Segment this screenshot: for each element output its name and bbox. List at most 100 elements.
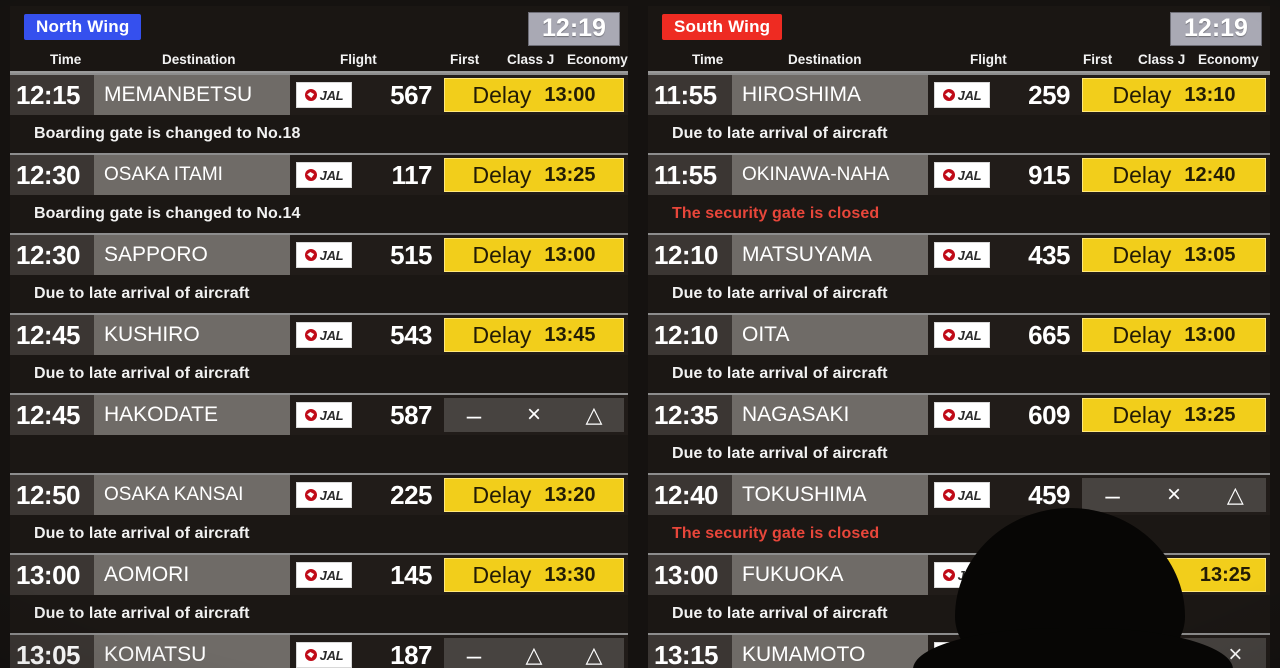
flight-row: 13:15 KUMAMOTO JAL × × (648, 633, 1270, 668)
flight-row: 12:40 TOKUSHIMA JAL 459– × △ (648, 473, 1270, 515)
flight-status-cell: Delay 13:00 (438, 75, 628, 115)
seat-availability-first: – (1105, 480, 1120, 510)
delay-new-time: 13:20 (544, 483, 596, 506)
flight-number: 915 (996, 155, 1076, 195)
jal-wordmark: JAL (957, 167, 982, 183)
column-header-destination: Destination (162, 52, 236, 67)
jal-crane-icon (942, 489, 955, 501)
delay-new-time: 13:25 (1199, 563, 1251, 586)
delay-badge: Delay 13:25 (444, 158, 624, 192)
jal-logo-icon: JAL (296, 322, 352, 348)
seat-availability-economy: △ (585, 642, 603, 667)
flight-destination: KUSHIRO (94, 315, 290, 355)
jal-logo-icon: JAL (934, 482, 990, 508)
column-header-flight: Flight (340, 52, 377, 67)
delay-badge: Delay 13:00 (444, 238, 624, 272)
flight-departure-time: 12:15 (10, 75, 94, 115)
flight-status-cell: – △ △ (438, 635, 628, 668)
flight-status-cell: – × △ (1076, 475, 1270, 515)
flight-row: 11:55 HIROSHIMA JAL 259 Delay 13:10 (648, 73, 1270, 115)
flight-destination: KOMATSU (94, 635, 290, 668)
airline-logo-cell: JAL (290, 155, 358, 195)
flight-departure-time: 12:30 (10, 155, 94, 195)
flight-rows-south: 11:55 HIROSHIMA JAL 259 Delay 13:10 Due to lat… (648, 73, 1270, 668)
flight-alert-note: The security gate is closed (648, 195, 1270, 233)
flight-destination: AOMORI (94, 555, 290, 595)
flight-row: 13:00 AOMORI JAL 145 Delay 13:30 (10, 553, 628, 595)
column-header-first: First (1083, 52, 1113, 67)
airline-logo-cell: JAL (928, 75, 996, 115)
flight-number: 225 (358, 475, 438, 515)
jal-wordmark: JAL (319, 327, 344, 343)
flight-destination: OSAKA KANSAI (94, 475, 290, 515)
flight-destination: SAPPORO (94, 235, 290, 275)
jal-crane-icon (304, 329, 317, 341)
column-headers-south: Time Destination Flight First Class J Ec… (648, 52, 1270, 73)
seat-availability-class-j: × (526, 401, 541, 428)
flight-row: 12:50 OSAKA KANSAI JAL 225 Delay 13:20 (10, 473, 628, 515)
airline-logo-cell: JAL (290, 315, 358, 355)
seat-availability-row: × × (1082, 638, 1266, 668)
clock-south: 12:19 (1170, 12, 1262, 46)
flight-status-cell: Delay 13:20 (438, 475, 628, 515)
flight-information-display-board: North Wing 12:19 Time Destination Flight… (0, 0, 1280, 668)
flight-number: 587 (358, 395, 438, 435)
delay-badge: 13:25 (1082, 558, 1266, 592)
delay-new-time: 13:05 (1184, 243, 1236, 266)
jal-wordmark: JAL (957, 567, 982, 583)
jal-logo-icon: JAL (934, 562, 990, 588)
flight-row: 12:45 KUSHIRO JAL 543 Delay 13:45 (10, 313, 628, 355)
delay-badge: Delay 13:00 (444, 78, 624, 112)
delay-label: Delay (1112, 321, 1172, 348)
jal-crane-icon (942, 649, 955, 661)
jal-crane-icon (304, 409, 317, 421)
flight-number: 665 (996, 315, 1076, 355)
airline-logo-cell: JAL (290, 235, 358, 275)
jal-wordmark: JAL (957, 407, 982, 423)
column-header-economy: Economy (1198, 52, 1259, 67)
flight-status-cell: Delay 12:40 (1076, 155, 1270, 195)
flight-info-note: Due to late arrival of aircraft (10, 595, 628, 633)
column-header-economy: Economy (567, 52, 628, 67)
flight-row: 13:00 FUKUOKA JAL 13:25 (648, 553, 1270, 595)
flight-departure-time: 12:50 (10, 475, 94, 515)
flight-number: 609 (996, 395, 1076, 435)
flight-info-note: Due to late arrival of aircraft (648, 355, 1270, 393)
flight-destination: FUKUOKA (732, 555, 928, 595)
flight-info-note: Boarding gate is changed to No.14 (10, 195, 628, 233)
delay-new-time: 13:00 (1184, 323, 1236, 346)
airline-logo-cell: JAL (928, 475, 996, 515)
jal-crane-icon (942, 89, 955, 101)
jal-logo-icon: JAL (296, 482, 352, 508)
jal-logo-icon: JAL (934, 322, 990, 348)
north-wing-board: North Wing 12:19 Time Destination Flight… (10, 6, 628, 668)
column-header-class-j: Class J (1138, 52, 1186, 67)
jal-logo-icon: JAL (296, 562, 352, 588)
flight-departure-time: 13:00 (648, 555, 732, 595)
delay-label: Delay (1112, 241, 1172, 268)
flight-row: 12:35 NAGASAKI JAL 609 Delay 13:25 (648, 393, 1270, 435)
flight-destination: OKINAWA-NAHA (732, 155, 928, 195)
flight-departure-time: 12:40 (648, 475, 732, 515)
delay-label: Delay (472, 481, 532, 508)
flight-row: 12:10 MATSUYAMA JAL 435 Delay 13:05 (648, 233, 1270, 275)
flight-departure-time: 11:55 (648, 75, 732, 115)
delay-badge: Delay 13:45 (444, 318, 624, 352)
flight-row: 12:45 HAKODATE JAL 587– × △ (10, 393, 628, 435)
flight-departure-time: 12:10 (648, 315, 732, 355)
delay-new-time: 13:30 (544, 563, 596, 586)
flight-info-note: Due to late arrival of aircraft (648, 595, 1270, 633)
jal-wordmark: JAL (319, 247, 344, 263)
clock-north: 12:19 (528, 12, 620, 46)
airline-logo-cell: JAL (290, 75, 358, 115)
delay-label: Delay (472, 161, 532, 188)
flight-departure-time: 12:45 (10, 395, 94, 435)
flight-status-cell: Delay 13:05 (1076, 235, 1270, 275)
flight-row: 12:30 OSAKA ITAMI JAL 117 Delay 13:25 (10, 153, 628, 195)
jal-crane-icon (304, 89, 317, 101)
flight-departure-time: 12:10 (648, 235, 732, 275)
flight-status-cell: × × (1076, 635, 1270, 668)
jal-wordmark: JAL (957, 247, 982, 263)
flight-status-cell: 13:25 (1076, 555, 1270, 595)
jal-crane-icon (304, 169, 317, 181)
